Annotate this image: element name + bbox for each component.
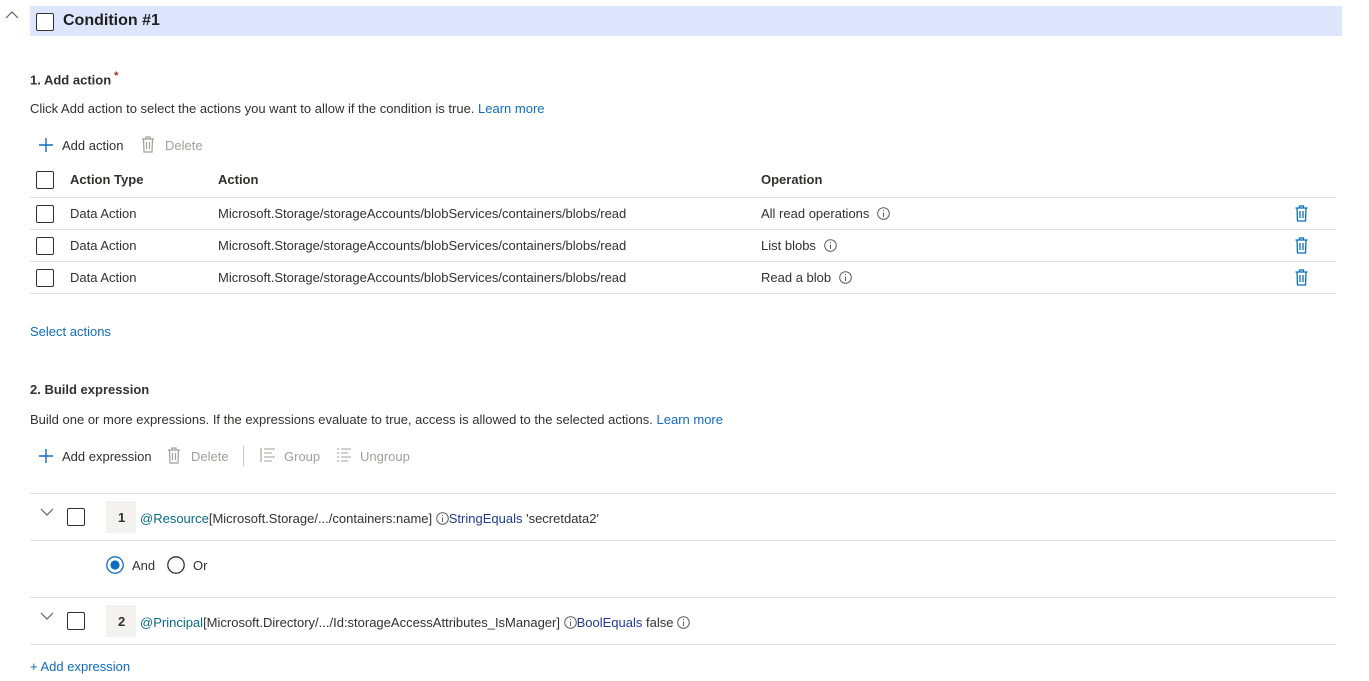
expression-value: false — [646, 615, 674, 630]
row-operation: List blobs — [761, 238, 837, 253]
row-divider — [30, 229, 1336, 230]
row-action: Microsoft.Storage/storageAccounts/blobSe… — [218, 270, 627, 285]
row-operation: All read operations — [761, 206, 890, 221]
add-action-label: Add action — [62, 138, 124, 153]
row-action-type: Data Action — [70, 270, 137, 285]
expression-checkbox[interactable] — [67, 508, 85, 526]
expression-attribute: [Microsoft.Storage/.../containers:name] — [208, 511, 433, 526]
row-action-type: Data Action — [70, 206, 137, 221]
condition-checkbox[interactable] — [36, 13, 54, 31]
info-icon[interactable] — [435, 512, 449, 525]
select-actions-link[interactable]: Select actions — [30, 324, 111, 339]
row-operation-text: All read operations — [761, 206, 870, 221]
ungroup-label: Ungroup — [360, 449, 410, 464]
row-checkbox[interactable] — [36, 237, 54, 255]
expression-divider — [30, 597, 1336, 598]
expression-number: 2 — [118, 614, 126, 629]
expression-operator: StringEquals — [448, 511, 523, 526]
row-action: Microsoft.Storage/storageAccounts/blobSe… — [218, 238, 627, 253]
section1-description: Click Add action to select the actions y… — [30, 101, 545, 116]
section1-title-text: 1. Add action — [30, 72, 112, 88]
plus-icon — [38, 137, 54, 153]
section1-learn-more-link[interactable]: Learn more — [478, 101, 544, 116]
col-header-action: Action — [218, 172, 259, 187]
collapse-chevron-icon[interactable] — [5, 10, 19, 20]
row-operation-text: Read a blob — [761, 270, 832, 285]
section2-description-text: Build one or more expressions. If the ex… — [30, 412, 653, 427]
row-checkbox[interactable] — [36, 205, 54, 223]
row-operation: Read a blob — [761, 270, 852, 285]
ungroup-icon — [336, 447, 352, 463]
expression-source: @Resource — [140, 511, 209, 526]
expression-source: @Principal — [140, 615, 204, 630]
expression-value: 'secretdata2' — [526, 511, 599, 526]
expand-chevron-icon[interactable] — [40, 612, 54, 621]
delete-expression-label: Delete — [191, 449, 229, 464]
or-label: Or — [193, 558, 208, 573]
trash-icon — [141, 136, 155, 153]
select-all-checkbox[interactable] — [36, 171, 54, 189]
expression-checkbox[interactable] — [67, 612, 85, 630]
or-radio[interactable] — [167, 556, 185, 574]
info-icon[interactable] — [823, 239, 837, 252]
info-icon[interactable] — [677, 616, 690, 629]
expression-divider — [30, 644, 1336, 645]
table-divider — [30, 197, 1336, 198]
row-checkbox[interactable] — [36, 269, 54, 287]
row-divider — [30, 293, 1336, 294]
section2-title: 2. Build expression — [30, 382, 150, 397]
section1-title: 1. Add action * — [30, 70, 118, 87]
and-radio[interactable] — [106, 556, 124, 574]
info-icon[interactable] — [877, 207, 890, 220]
row-divider — [30, 261, 1336, 262]
required-mark: * — [114, 70, 119, 82]
info-icon[interactable] — [563, 616, 577, 629]
info-icon[interactable] — [838, 271, 852, 284]
row-delete-trash-icon[interactable] — [1295, 269, 1308, 286]
and-label: And — [132, 558, 156, 573]
row-delete-trash-icon[interactable] — [1295, 205, 1308, 222]
add-expression-label: Add expression — [62, 449, 152, 464]
expression-divider — [30, 540, 1336, 541]
expression-content[interactable]: @Principal[Microsoft.Directory/.../Id:st… — [140, 615, 690, 630]
expression-attribute: [Microsoft.Directory/.../Id:storageAcces… — [203, 615, 560, 630]
delete-action-label: Delete — [165, 138, 203, 153]
row-action-type: Data Action — [70, 238, 137, 253]
section1-description-text: Click Add action to select the actions y… — [30, 101, 475, 116]
expression-number: 1 — [118, 510, 126, 525]
row-delete-trash-icon[interactable] — [1295, 237, 1308, 254]
expression-divider — [30, 493, 1336, 494]
plus-icon — [38, 448, 54, 464]
row-operation-text: List blobs — [761, 238, 816, 253]
trash-icon — [167, 447, 181, 464]
section2-description: Build one or more expressions. If the ex… — [30, 412, 723, 427]
expression-content[interactable]: @Resource[Microsoft.Storage/.../containe… — [140, 511, 599, 526]
col-header-action-type: Action Type — [70, 172, 144, 187]
section2-learn-more-link[interactable]: Learn more — [657, 412, 723, 427]
row-action: Microsoft.Storage/storageAccounts/blobSe… — [218, 206, 627, 221]
add-expression-link[interactable]: + Add expression — [30, 659, 130, 674]
condition-title: Condition #1 — [63, 12, 160, 29]
expand-chevron-icon[interactable] — [40, 508, 54, 517]
expression-operator: BoolEquals — [576, 615, 643, 630]
group-label: Group — [284, 449, 321, 464]
col-header-operation: Operation — [761, 172, 823, 187]
condition-header — [30, 6, 1342, 36]
toolbar-divider — [243, 446, 244, 466]
group-icon — [260, 447, 276, 463]
